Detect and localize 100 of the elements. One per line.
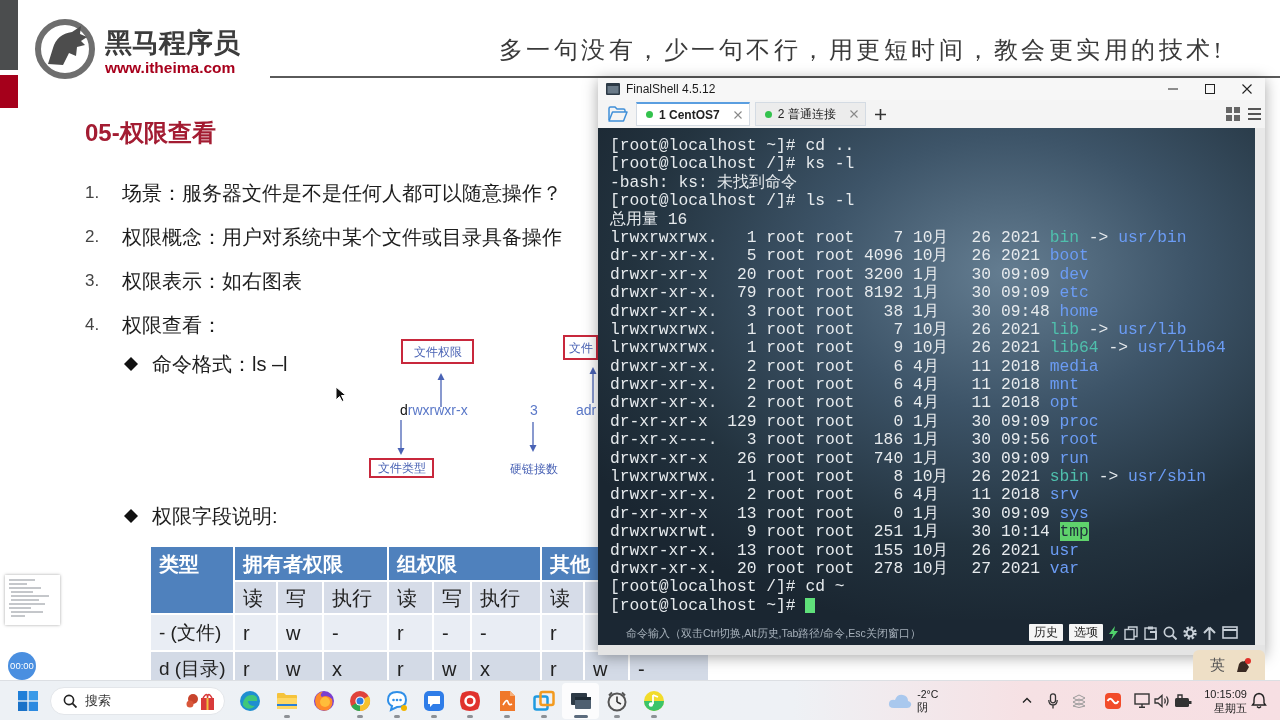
toolbar-button[interactable]: 选项: [1069, 624, 1103, 641]
list-item-text: 权限概念：用户对系统中某个文件或目录具备操作: [122, 225, 562, 249]
terminal-line: lrwxrwxrwx. 1 root root 8 10月 26 2021 sbin -> usr/sbin: [610, 468, 1207, 487]
toolbar-button[interactable]: 历史: [1029, 624, 1063, 641]
search-input[interactable]: 搜索: [85, 690, 178, 711]
status-icon: [1235, 657, 1251, 673]
microphone-icon[interactable]: [1048, 692, 1059, 709]
terminal-line: drwxr-xr-x. 2 root root 6 4月 11 2018 srv: [610, 486, 1080, 505]
search-bar[interactable]: 搜索: [50, 686, 225, 715]
bell-icon[interactable]: [1251, 692, 1267, 709]
window-icon[interactable]: [1222, 626, 1238, 639]
connection-tab[interactable]: 1 CentOS7: [636, 102, 750, 126]
device-icon[interactable]: [1174, 693, 1193, 708]
plus-icon[interactable]: [874, 108, 886, 120]
boxed-label: 文件权限: [401, 339, 474, 364]
scrollbar[interactable]: [1255, 128, 1265, 645]
mouse-cursor-icon: [335, 386, 347, 403]
clock-icon: [606, 689, 629, 712]
lightning-icon[interactable]: [1109, 625, 1118, 640]
column-header: 组权限: [388, 546, 542, 581]
terminal-line: [root@localhost /]# ks -l: [610, 155, 855, 174]
wave-badge-icon[interactable]: [1105, 692, 1122, 709]
row-header: d (目录): [150, 651, 234, 680]
permission-string: drwxrwxr-x: [400, 402, 468, 419]
terminal-line: 总用量 16: [610, 210, 688, 229]
clock-day[interactable]: 星期五: [1214, 700, 1247, 715]
terminal-line: drwxr-xr-x 20 root root 3200 1月 30 09:09 dev: [610, 265, 1089, 284]
terminal-line: drwxr-xr-x. 79 root root 8192 1月 30 09:09 etc: [610, 284, 1089, 303]
segmented-circle-icon: [349, 689, 372, 712]
list-item-text: 场景：服务器文件是不是任何人都可以随意操作？: [122, 181, 562, 205]
column-header: 拥有者权限: [234, 546, 389, 581]
chevron-up-icon[interactable]: [1022, 697, 1033, 704]
input-method-bar[interactable]: 英: [1193, 650, 1265, 680]
maximize-icon[interactable]: [1204, 84, 1215, 94]
brand-url: www.itheima.com: [105, 59, 236, 76]
close-icon[interactable]: [1241, 84, 1252, 94]
list-number: 3.: [85, 271, 101, 291]
list-item-text: 权限查看：: [122, 313, 222, 337]
diamond-icon: [124, 357, 138, 371]
slide-title: 05-权限查看: [85, 118, 216, 148]
terminal-line: dr-xr-xr-x. 5 root root 4096 10月 26 2021 boot: [610, 247, 1089, 266]
table-cell: x: [471, 651, 542, 680]
owner-text: adr: [576, 402, 597, 419]
grid-icon[interactable]: [1226, 107, 1240, 121]
arrow-up-icon[interactable]: [1203, 625, 1216, 640]
monitor-icon[interactable]: [1134, 693, 1151, 708]
search-icon[interactable]: [1163, 625, 1177, 640]
list-number: 2.: [85, 227, 101, 247]
diagram-label: 硬链接数: [510, 461, 558, 478]
connection-tab[interactable]: 2 普通连接: [754, 102, 866, 126]
clipboard-icon[interactable]: [1144, 625, 1157, 640]
table-cell: w: [277, 614, 323, 651]
table-cell: -: [323, 614, 389, 651]
link-count: 3: [530, 402, 538, 419]
terminal-line: -bash: ks: 未找到命令: [610, 173, 798, 193]
swirl-circle-icon: [239, 689, 262, 712]
command-input-field[interactable]: 命令输入（双击Ctrl切换,Alt历史,Tab路径/命令,Esc关闭窗口）: [598, 622, 1023, 643]
terminal-line: dr-xr-x---. 3 root root 186 1月 30 09:56 root: [610, 431, 1099, 450]
accent-bar: [0, 0, 18, 70]
folder-icon[interactable]: [608, 106, 628, 122]
temperature-text[interactable]: -2°C: [917, 687, 939, 701]
terminal-line: [root@localhost /]# cd ~: [610, 578, 845, 597]
column-header: 执行: [323, 581, 389, 614]
clock-time[interactable]: 10:15:09: [1204, 686, 1247, 701]
message-square-icon: [422, 689, 445, 712]
four-panes-icon: [18, 690, 38, 711]
terminal-line: [root@localhost /]# ls -l: [610, 192, 855, 211]
bullet-text: 权限字段说明:: [152, 504, 278, 528]
input-mode-text: 英: [1210, 656, 1225, 674]
pointer-arrow: [396, 420, 406, 455]
terminal-line: drwxr-xr-x. 2 root root 6 4月 11 2018 media: [610, 357, 1099, 376]
accent-bar: [0, 75, 18, 108]
column-header: 写: [277, 581, 323, 614]
terminal-line: dr-xr-xr-x 129 root root 0 1月 30 09:09 proc: [610, 412, 1099, 431]
boxed-label: 文件: [563, 335, 598, 360]
settings-icon[interactable]: [1183, 625, 1197, 640]
terminal-line: drwxr-xr-x. 2 root root 6 4月 11 2018 opt: [610, 394, 1080, 413]
row-header: - (文件): [150, 614, 234, 651]
taskbar-app-button[interactable]: [562, 682, 599, 719]
table-cell: r: [541, 614, 585, 651]
weather-text[interactable]: 阴: [917, 700, 929, 714]
table-cell: -: [471, 614, 542, 651]
volume-icon[interactable]: [1154, 693, 1171, 708]
copy-icon[interactable]: [1124, 625, 1138, 640]
boxed-label: 文件类型: [369, 458, 434, 478]
ring-app-icon: [459, 689, 482, 712]
diamond-icon: [124, 509, 138, 523]
bullet-text: 命令格式：ls –l: [152, 352, 288, 376]
pointer-arrow: [436, 373, 446, 407]
document-thumbnail: [5, 575, 60, 625]
brand-name: 黑马程序员: [105, 28, 240, 59]
terminal-line: drwxr-xr-x. 3 root root 38 1月 30 09:48 home: [610, 302, 1099, 321]
chat-bubble-icon: [386, 689, 409, 712]
menu-icon[interactable]: [1248, 108, 1261, 120]
table-cell: r: [234, 614, 277, 651]
list-item-text: 权限表示：如右图表: [122, 269, 302, 293]
terminal-line: [root@localhost ~]# cd ..: [610, 137, 855, 156]
terminal-line: lrwxrwxrwx. 1 root root 7 10月 26 2021 lib -> usr/lib: [610, 320, 1187, 339]
window-title: FinalShell 4.5.12: [626, 82, 716, 96]
terminal-line: dr-xr-xr-x 13 root root 0 1月 30 09:09 sys: [610, 504, 1089, 523]
